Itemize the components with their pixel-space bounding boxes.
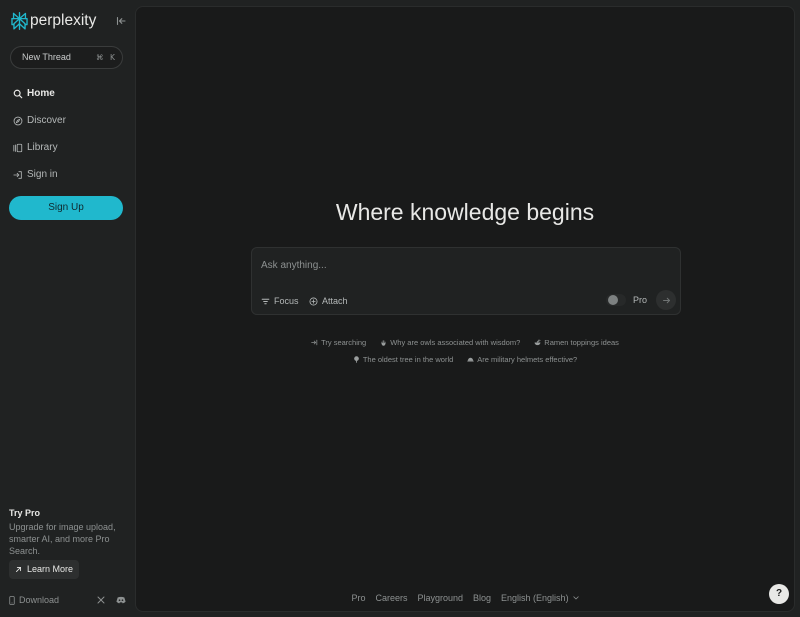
collapse-sidebar-icon[interactable]	[116, 16, 126, 26]
x-logo-icon[interactable]	[97, 596, 105, 604]
sign-in-icon	[13, 170, 22, 179]
new-thread-button[interactable]: New Thread ⌘ K	[10, 46, 123, 69]
sidebar-item-sign-in[interactable]: Sign in	[0, 161, 135, 188]
suggestions-row: Try searching Why are owls associated wi…	[136, 334, 794, 351]
sidebar-item-label: Library	[27, 141, 58, 153]
sign-up-button[interactable]: Sign Up	[9, 196, 123, 220]
chevron-down-icon	[572, 596, 579, 600]
promo-title: Try Pro	[9, 508, 41, 518]
attach-button[interactable]: Attach	[309, 292, 348, 310]
ramen-bowl-icon	[534, 339, 541, 346]
help-button[interactable]: ?	[769, 584, 789, 604]
submit-button[interactable]	[656, 290, 676, 310]
phone-icon	[9, 595, 15, 605]
footer-links: Pro Careers Playground Blog English (Eng…	[136, 591, 794, 605]
language-selector[interactable]: English (English)	[501, 593, 579, 604]
suggestion-helmets[interactable]: Are military helmets effective?	[467, 355, 577, 364]
filter-icon	[261, 298, 270, 304]
download-link[interactable]: Download	[9, 594, 59, 606]
library-icon	[13, 143, 23, 152]
tree-icon	[353, 356, 359, 363]
sidebar-item-library[interactable]: Library	[0, 134, 135, 161]
focus-label: Focus	[274, 295, 299, 306]
new-thread-label: New Thread	[22, 52, 71, 62]
sidebar-nav: Home Discover Library Sign in	[0, 80, 135, 188]
arrow-up-right-icon	[16, 567, 21, 572]
focus-button[interactable]: Focus	[261, 292, 299, 310]
search-input[interactable]	[261, 256, 666, 274]
sidebar-item-label: Discover	[27, 114, 66, 126]
perplexity-logo-icon[interactable]	[10, 11, 29, 31]
pro-label: Pro	[633, 295, 648, 305]
sidebar: perplexity New Thread ⌘ K Home Discover	[0, 0, 135, 617]
footer-link-careers[interactable]: Careers	[375, 593, 407, 604]
helmet-icon	[467, 357, 474, 362]
discord-logo-icon[interactable]	[116, 596, 126, 604]
plus-circle-icon	[309, 297, 318, 305]
compass-icon	[13, 116, 23, 125]
page-title: Where knowledge begins	[335, 199, 595, 225]
suggestion-owls[interactable]: Why are owls associated with wisdom?	[380, 338, 520, 347]
suggestion-label: Are military helmets effective?	[477, 355, 578, 364]
footer-link-playground[interactable]: Playground	[417, 593, 463, 604]
pro-toggle[interactable]	[606, 294, 626, 306]
sidebar-item-discover[interactable]: Discover	[0, 107, 135, 134]
learn-more-button[interactable]: Learn More	[9, 560, 79, 579]
try-searching-text: Try searching	[321, 338, 367, 347]
suggestion-label: Why are owls associated with wisdom?	[390, 338, 521, 347]
footer-link-pro[interactable]: Pro	[351, 593, 365, 604]
suggestions-row: The oldest tree in the world Are militar…	[136, 351, 794, 368]
sidebar-item-label: Home	[27, 87, 55, 99]
main-panel: Where knowledge begins Focus Attach Pro	[135, 6, 795, 612]
attach-label: Attach	[322, 295, 348, 306]
arrow-right-icon	[662, 297, 670, 303]
brand-wordmark[interactable]: perplexity	[30, 12, 96, 30]
suggestion-oldest-tree[interactable]: The oldest tree in the world	[353, 355, 453, 364]
download-label: Download	[19, 594, 60, 605]
language-label: English (English)	[501, 592, 569, 603]
promo-text: Upgrade for image upload, smarter AI, an…	[9, 522, 116, 556]
sidebar-item-label: Sign in	[27, 168, 58, 180]
suggestion-ramen[interactable]: Ramen toppings ideas	[534, 338, 619, 347]
shortcut-k-key: K	[110, 53, 115, 62]
sidebar-item-home[interactable]: Home	[0, 80, 135, 107]
try-searching-label: Try searching	[311, 338, 366, 347]
pro-toggle-knob	[608, 295, 618, 305]
search-box: Focus Attach Pro	[251, 247, 681, 315]
suggestion-label: The oldest tree in the world	[362, 355, 454, 364]
search-icon	[13, 89, 23, 98]
learn-more-label: Learn More	[27, 564, 74, 574]
suggestion-label: Ramen toppings ideas	[544, 338, 619, 347]
owl-icon	[381, 340, 386, 346]
arrow-into-icon	[311, 339, 318, 346]
shortcut-command-key: ⌘	[96, 53, 104, 62]
footer-link-blog[interactable]: Blog	[473, 593, 491, 604]
